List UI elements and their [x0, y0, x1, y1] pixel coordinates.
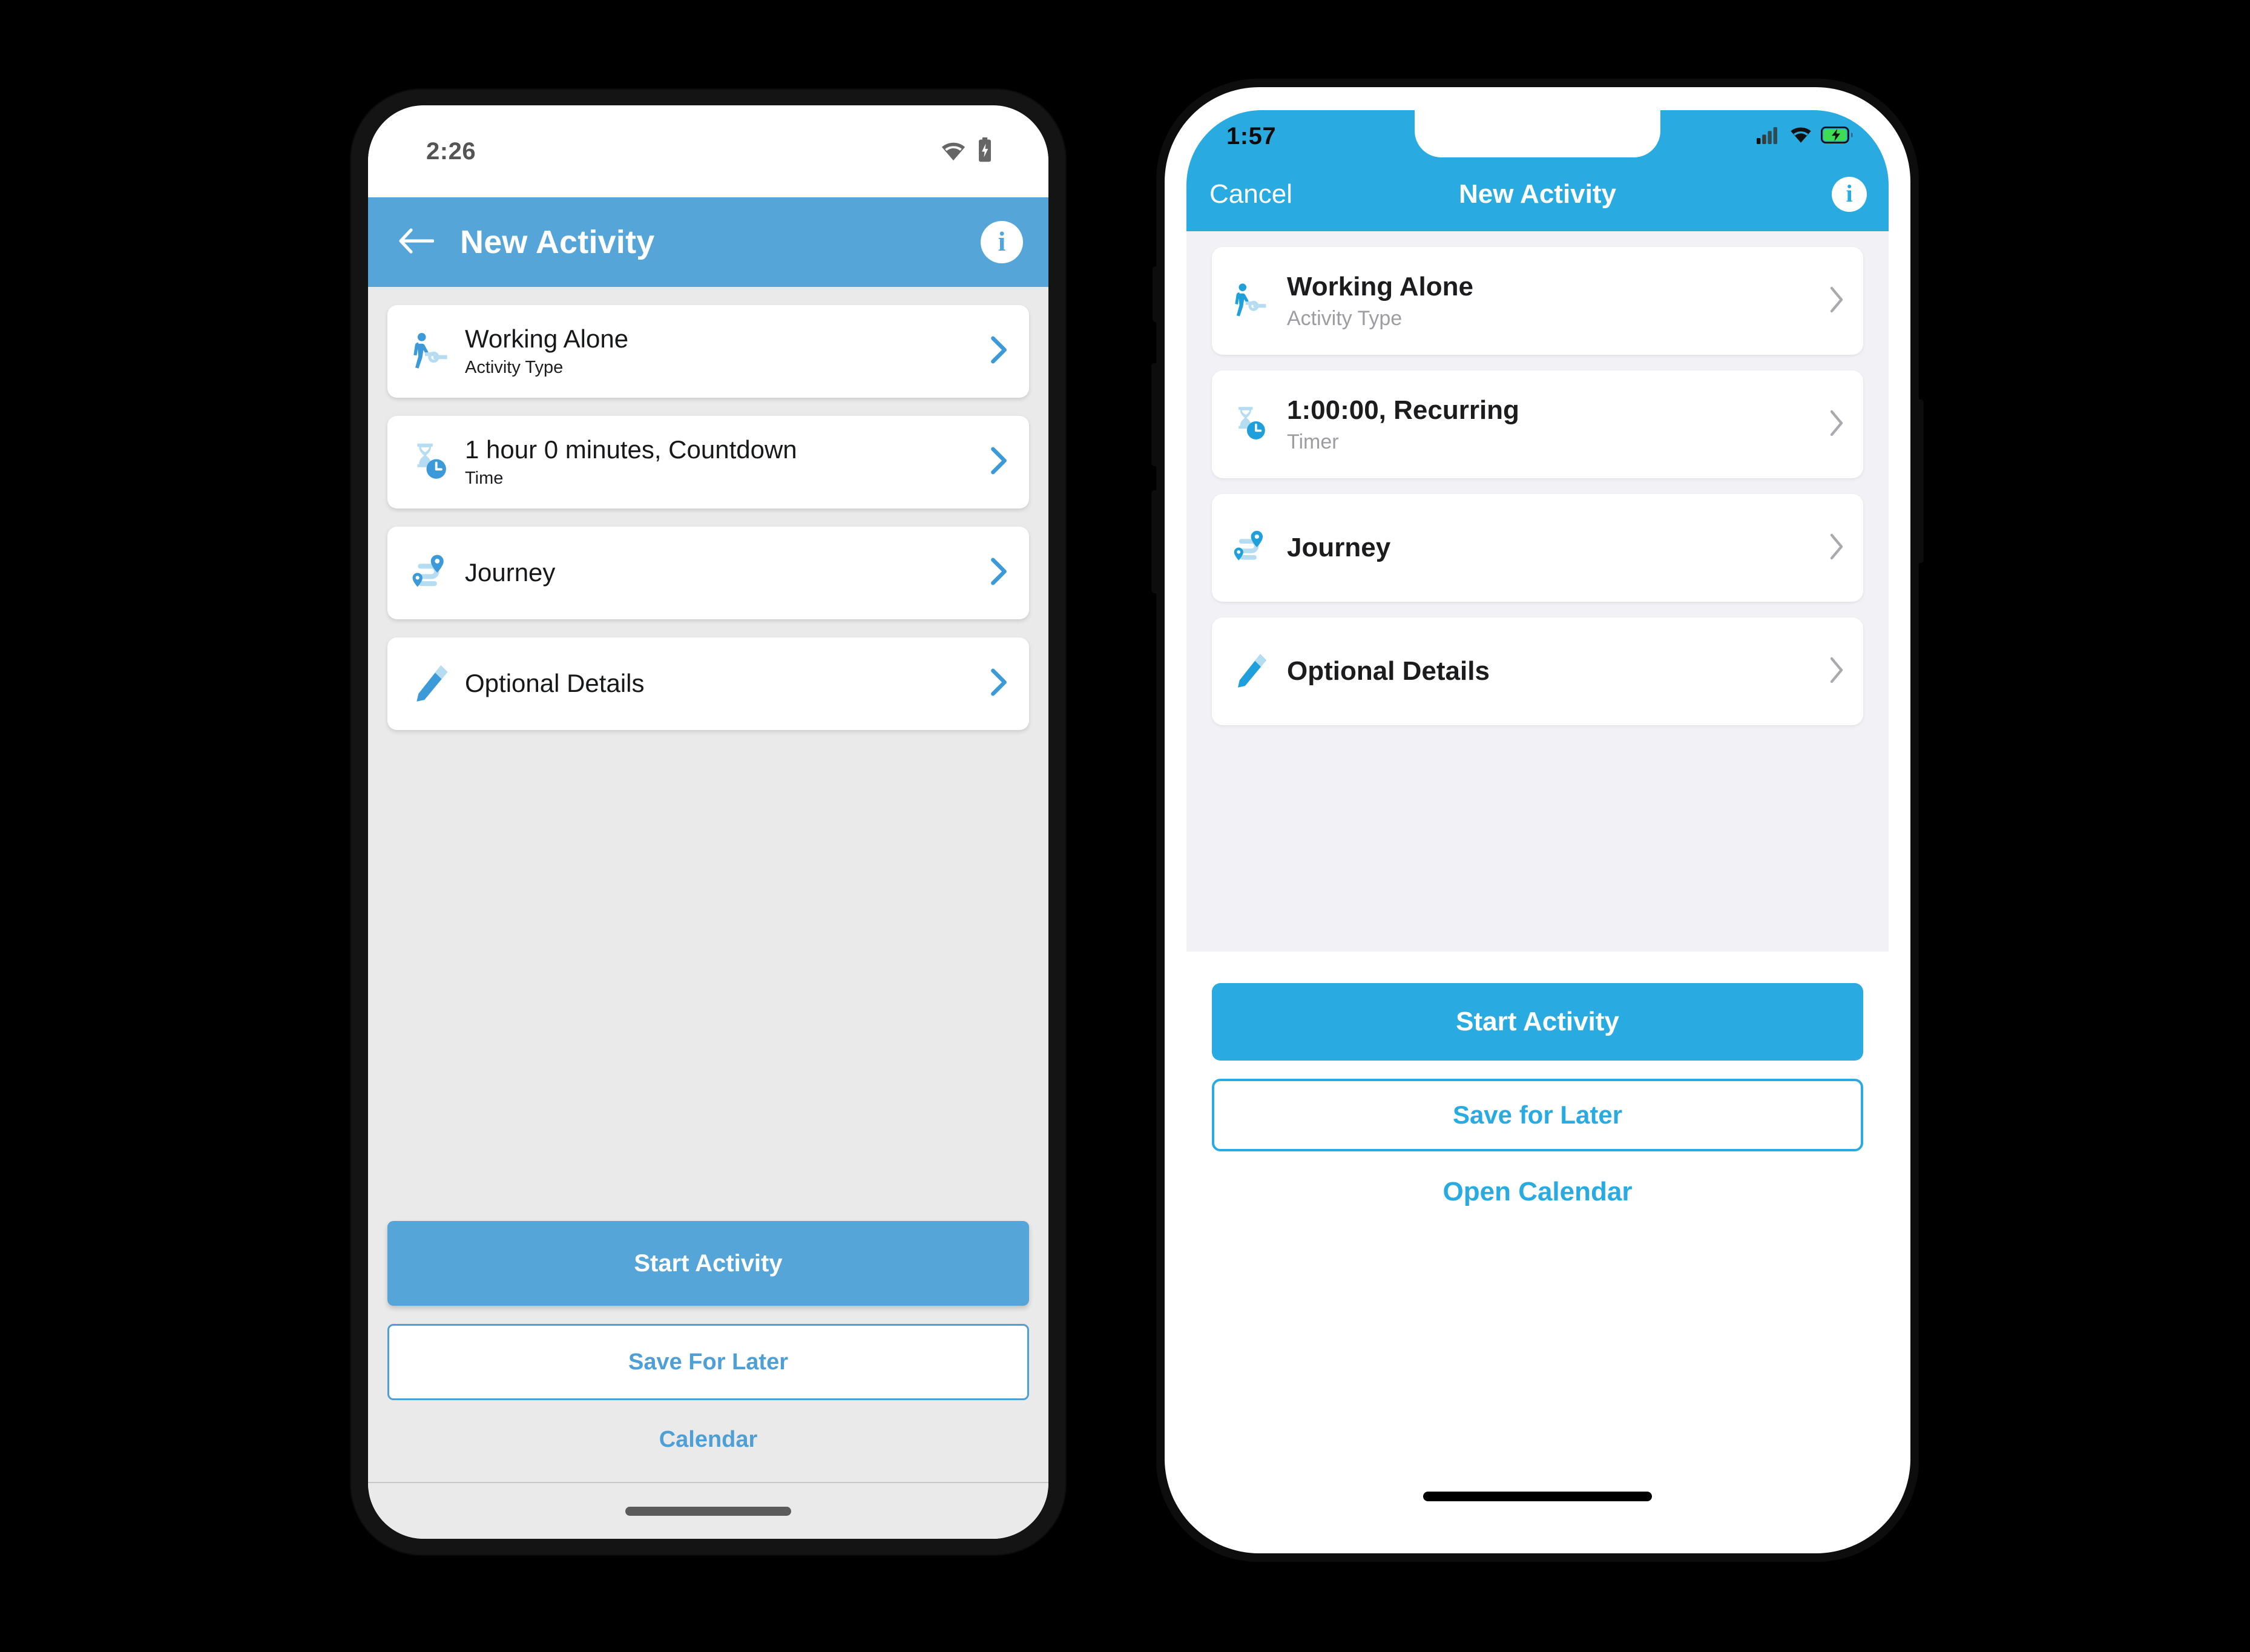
card-text: Optional Details — [465, 669, 978, 698]
card-time[interactable]: 1 hour 0 minutes, Countdown Time — [387, 416, 1029, 508]
card-subtitle: Activity Type — [465, 358, 564, 378]
android-card-list: Working Alone Activity Type 1 hour 0 min… — [368, 305, 1048, 748]
back-button[interactable] — [396, 222, 436, 262]
info-glyph: i — [998, 226, 1006, 257]
android-action-area: Start Activity Save For Later Calendar — [368, 1221, 1048, 1482]
ios-device-frame: 1:57 Cancel New Activity i Working Alone… — [1165, 87, 1910, 1553]
chevron-right-icon — [1828, 656, 1845, 688]
calendar-link[interactable]: Calendar — [387, 1427, 1029, 1482]
arrow-left-icon — [398, 228, 435, 257]
card-text: Optional Details — [1287, 656, 1817, 686]
status-bar-clock: 2:26 — [426, 137, 476, 165]
card-activity-type[interactable]: Working Alone Activity Type — [1212, 247, 1863, 355]
status-bar-clock: 1:57 — [1226, 122, 1277, 150]
card-title: Working Alone — [1287, 272, 1473, 302]
card-journey[interactable]: Journey — [1212, 494, 1863, 602]
card-title: Optional Details — [465, 669, 645, 698]
journey-route-icon — [1226, 524, 1274, 571]
card-timer[interactable]: 1:00:00, Recurring Timer — [1212, 370, 1863, 478]
chevron-right-icon — [1828, 285, 1845, 317]
volume-down-button[interactable] — [1151, 490, 1160, 593]
save-for-later-button[interactable]: Save For Later — [387, 1324, 1029, 1400]
volume-up-button[interactable] — [1151, 363, 1160, 466]
working-alone-icon — [1226, 277, 1274, 324]
hourglass-clock-icon — [1226, 401, 1274, 448]
card-text: Working Alone Activity Type — [1287, 272, 1817, 329]
battery-charging-icon — [1820, 126, 1853, 146]
journey-route-icon — [404, 548, 455, 599]
hourglass-clock-icon — [404, 437, 455, 488]
android-phone-mockup: 2:26 New Activity i Working Alone Activi… — [351, 90, 1065, 1555]
card-text: 1:00:00, Recurring Timer — [1287, 395, 1817, 453]
android-app-bar: New Activity i — [368, 197, 1048, 287]
card-text: Working Alone Activity Type — [465, 324, 978, 378]
card-subtitle: Timer — [1287, 430, 1339, 453]
ios-card-list[interactable]: Working Alone Activity Type 1:00:00, Rec… — [1186, 231, 1889, 952]
battery-charging-icon — [977, 137, 993, 166]
ios-nav-row: Cancel New Activity i — [1186, 157, 1889, 231]
android-screen: 2:26 New Activity i Working Alone Activi… — [368, 105, 1048, 1539]
chevron-right-icon — [989, 556, 1008, 590]
card-title: Optional Details — [1287, 656, 1490, 686]
ios-navigation-header: 1:57 Cancel New Activity i — [1186, 110, 1889, 231]
cancel-button[interactable]: Cancel — [1209, 179, 1292, 209]
home-gesture-pill[interactable] — [625, 1506, 791, 1516]
cellular-signal-icon — [1757, 126, 1781, 147]
working-alone-icon — [404, 326, 455, 377]
android-content: Working Alone Activity Type 1 hour 0 min… — [368, 287, 1048, 1539]
status-bar-icons — [939, 137, 993, 166]
power-button[interactable] — [1915, 400, 1924, 563]
ios-action-area: Start Activity Save for Later Open Calen… — [1186, 952, 1889, 1530]
card-journey[interactable]: Journey — [387, 527, 1029, 619]
pencil-icon — [404, 659, 455, 709]
card-text: 1 hour 0 minutes, Countdown Time — [465, 435, 978, 489]
card-text: Journey — [465, 558, 978, 587]
card-title: 1 hour 0 minutes, Countdown — [465, 435, 797, 464]
card-text: Journey — [1287, 533, 1817, 562]
pencil-icon — [1226, 648, 1274, 695]
chevron-right-icon — [989, 667, 1008, 700]
ios-phone-mockup: 1:57 Cancel New Activity i Working Alone… — [1151, 79, 1924, 1562]
android-status-bar: 2:26 — [368, 105, 1048, 197]
wifi-icon — [939, 139, 967, 164]
start-activity-button[interactable]: Start Activity — [387, 1221, 1029, 1306]
card-optional-details[interactable]: Optional Details — [387, 637, 1029, 730]
silent-switch-button[interactable] — [1153, 266, 1160, 322]
card-title: 1:00:00, Recurring — [1287, 395, 1519, 426]
ios-home-indicator-area — [1212, 1492, 1863, 1530]
card-optional-details[interactable]: Optional Details — [1212, 617, 1863, 725]
card-title: Working Alone — [465, 324, 629, 354]
chevron-right-icon — [1828, 532, 1845, 564]
android-navigation-bar — [368, 1482, 1048, 1539]
home-indicator-bar[interactable] — [1423, 1492, 1652, 1501]
status-bar-icons — [1757, 126, 1853, 147]
card-activity-type[interactable]: Working Alone Activity Type — [387, 305, 1029, 398]
start-activity-button[interactable]: Start Activity — [1212, 983, 1863, 1061]
card-subtitle: Time — [465, 469, 504, 489]
open-calendar-link[interactable]: Open Calendar — [1212, 1177, 1863, 1207]
info-glyph: i — [1846, 180, 1853, 207]
save-for-later-button[interactable]: Save for Later — [1212, 1079, 1863, 1151]
device-notch — [1415, 110, 1660, 157]
chevron-right-icon — [1828, 409, 1845, 441]
card-title: Journey — [465, 558, 556, 587]
chevron-right-icon — [989, 446, 1008, 479]
card-title: Journey — [1287, 533, 1391, 563]
info-icon[interactable]: i — [981, 221, 1023, 263]
page-title: New Activity — [460, 224, 655, 260]
card-subtitle: Activity Type — [1287, 306, 1403, 330]
wifi-icon — [1789, 126, 1812, 147]
chevron-right-icon — [989, 335, 1008, 368]
canvas-background: 2:26 New Activity i Working Alone Activi… — [0, 0, 2250, 1652]
ios-screen: 1:57 Cancel New Activity i Working Alone… — [1186, 110, 1889, 1530]
info-icon[interactable]: i — [1832, 177, 1867, 212]
